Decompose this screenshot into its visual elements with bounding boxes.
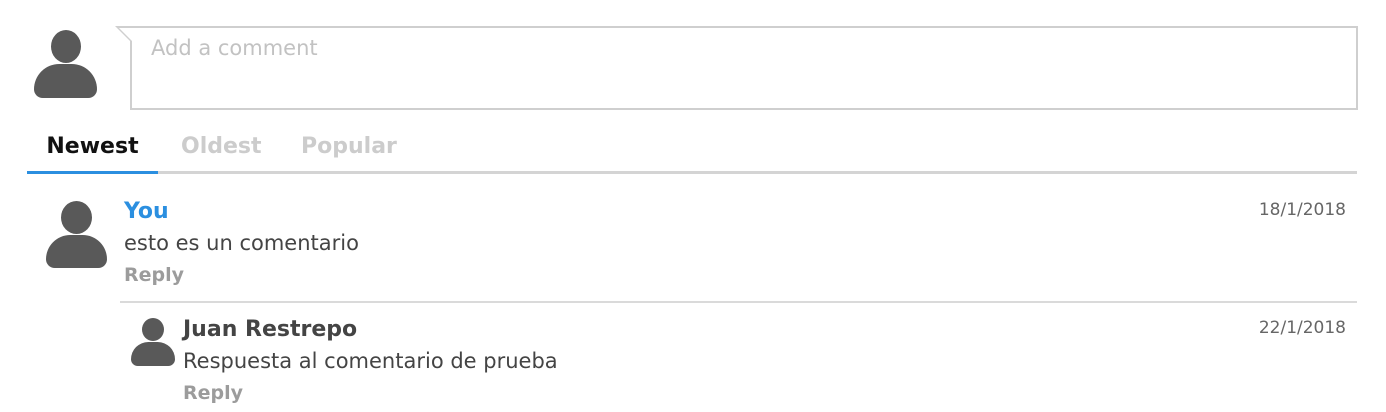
avatar-head bbox=[51, 30, 81, 63]
reply-date: 22/1/2018 bbox=[1258, 318, 1346, 338]
comment-input-box bbox=[115, 26, 1358, 110]
current-user-avatar-icon bbox=[34, 30, 97, 98]
reply-text: Respuesta al comentario de prueba bbox=[183, 349, 558, 373]
reply-divider bbox=[120, 301, 1357, 303]
reply-author-avatar-icon bbox=[131, 318, 175, 366]
comment-date: 18/1/2018 bbox=[1258, 200, 1346, 220]
tab-oldest[interactable]: Oldest bbox=[181, 134, 262, 159]
comment-author-avatar-icon bbox=[46, 201, 107, 268]
active-tab-indicator bbox=[27, 171, 158, 174]
comment-text: esto es un comentario bbox=[124, 231, 359, 255]
avatar-body bbox=[131, 342, 175, 366]
avatar-head bbox=[142, 318, 164, 341]
comment-input[interactable] bbox=[132, 28, 1356, 108]
reply-button[interactable]: Reply bbox=[183, 382, 243, 404]
bubble-notch-inner bbox=[119, 28, 132, 41]
sort-tabs: Newest Oldest Popular bbox=[27, 130, 1357, 174]
avatar-body bbox=[34, 64, 97, 98]
comment-author[interactable]: You bbox=[124, 199, 169, 224]
reply-author[interactable]: Juan Restrepo bbox=[183, 317, 357, 342]
tabs-divider bbox=[27, 171, 1357, 174]
tab-newest[interactable]: Newest bbox=[27, 134, 158, 159]
avatar-body bbox=[46, 235, 107, 268]
reply-button[interactable]: Reply bbox=[124, 264, 184, 286]
avatar-head bbox=[61, 201, 92, 234]
comments-widget: Newest Oldest Popular You 18/1/2018 esto… bbox=[0, 0, 1386, 412]
tab-popular[interactable]: Popular bbox=[301, 134, 397, 159]
